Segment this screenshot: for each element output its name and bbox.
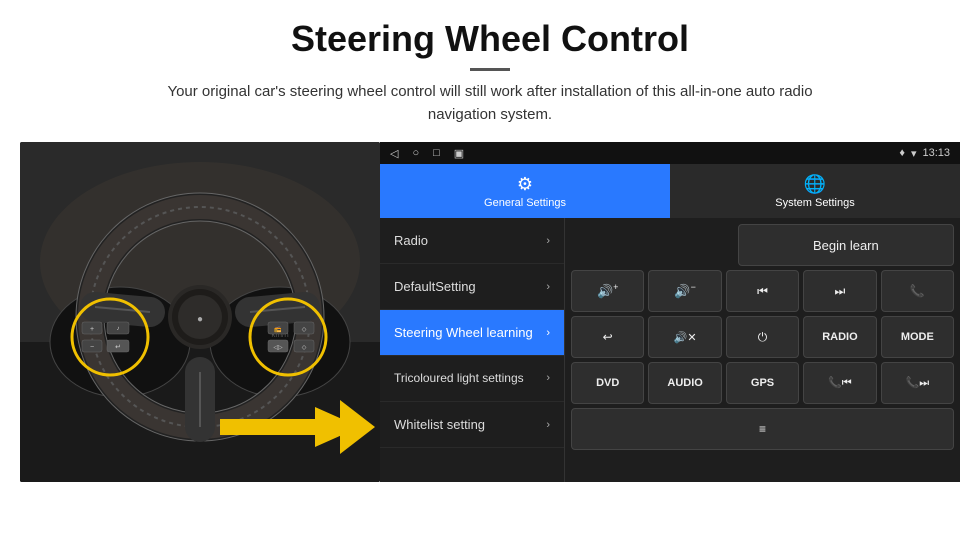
menu-tricoloured-label: Tricoloured light settings (394, 371, 524, 385)
svg-text:◁▷: ◁▷ (273, 345, 283, 351)
home-icon[interactable]: ○ (412, 147, 419, 159)
hangup-button[interactable]: ↩ (571, 316, 644, 358)
back-icon[interactable]: ◁ (390, 147, 398, 160)
begin-learn-button[interactable]: Begin learn (738, 224, 954, 266)
phone-prev-button[interactable]: 📞⏮ (803, 362, 876, 404)
content-area: ● km/h (0, 142, 980, 549)
prev-icon: ⏮ (757, 284, 768, 299)
prev-track-button[interactable]: ⏮ (726, 270, 799, 312)
audio-label: AUDIO (667, 377, 702, 389)
power-button[interactable]: ⏻ (726, 316, 799, 358)
control-row-5: ≡ (571, 408, 954, 450)
dvd-label: DVD (596, 377, 619, 389)
empty-slot (571, 224, 734, 266)
chevron-right-icon: › (546, 235, 550, 247)
control-area: Begin learn 🔊+ 🔊− ⏮ (565, 218, 960, 482)
signal-icon: ▾ (911, 147, 917, 160)
mode-label: MODE (901, 331, 934, 343)
volume-down-button[interactable]: 🔊− (648, 270, 721, 312)
phone-prev-icon: 📞⏮ (828, 376, 852, 390)
screenshot-icon[interactable]: ▣ (454, 147, 464, 160)
title-divider (470, 68, 510, 71)
settings-gear-icon: ⚙ (517, 174, 533, 195)
gps-label: GPS (751, 377, 774, 389)
mute-icon: 🔊✕ (674, 331, 697, 344)
audio-button[interactable]: AUDIO (648, 362, 721, 404)
volume-down-icon: 🔊− (674, 282, 695, 299)
menu-item-whitelist[interactable]: Whitelist setting › (380, 402, 564, 448)
menu-icon-button[interactable]: ≡ (571, 408, 954, 450)
volume-up-button[interactable]: 🔊+ (571, 270, 644, 312)
system-globe-icon: 🌐 (804, 174, 826, 195)
phone-next-button[interactable]: 📞⏭ (881, 362, 954, 404)
panel-body: Radio › DefaultSetting › Steering Wheel … (380, 218, 960, 482)
mute-button[interactable]: 🔊✕ (648, 316, 721, 358)
menu-item-defaultsetting[interactable]: DefaultSetting › (380, 264, 564, 310)
chevron-right-icon: › (546, 281, 550, 293)
android-panel: ◁ ○ □ ▣ ♦ ▾ 13:13 ⚙ General Settings (380, 142, 960, 482)
menu-default-label: DefaultSetting (394, 279, 476, 294)
svg-text:↵: ↵ (115, 344, 121, 351)
tab-system-label: System Settings (775, 197, 854, 209)
phone-icon: 📞 (910, 284, 925, 298)
svg-text:📻: 📻 (274, 326, 282, 333)
control-row-4: DVD AUDIO GPS 📞⏮ 📞⏭ (571, 362, 954, 404)
svg-text:◇: ◇ (302, 327, 307, 333)
gps-button[interactable]: GPS (726, 362, 799, 404)
hangup-icon: ↩ (603, 330, 613, 344)
status-bar: ◁ ○ □ ▣ ♦ ▾ 13:13 (380, 142, 960, 164)
recents-icon[interactable]: □ (433, 147, 440, 159)
location-icon: ♦ (899, 147, 905, 159)
phone-button[interactable]: 📞 (881, 270, 954, 312)
tab-bar: ⚙ General Settings 🌐 System Settings (380, 164, 960, 218)
next-icon: ⏭ (835, 284, 846, 299)
dvd-button[interactable]: DVD (571, 362, 644, 404)
menu-item-steering-wheel[interactable]: Steering Wheel learning › (380, 310, 564, 356)
svg-text:−: − (90, 344, 94, 351)
menu-list: Radio › DefaultSetting › Steering Wheel … (380, 218, 565, 482)
menu-item-tricoloured[interactable]: Tricoloured light settings › (380, 356, 564, 402)
control-row-3: ↩ 🔊✕ ⏻ RADIO MODE (571, 316, 954, 358)
chevron-right-icon: › (546, 327, 550, 339)
control-row-2: 🔊+ 🔊− ⏮ ⏭ 📞 (571, 270, 954, 312)
next-track-button[interactable]: ⏭ (803, 270, 876, 312)
radio-button[interactable]: RADIO (803, 316, 876, 358)
clock: 13:13 (922, 147, 950, 159)
status-bar-info: ♦ ▾ 13:13 (899, 147, 950, 160)
list-icon: ≡ (759, 422, 766, 436)
menu-steering-label: Steering Wheel learning (394, 325, 533, 340)
status-bar-nav: ◁ ○ □ ▣ (390, 147, 464, 160)
svg-text:+: + (90, 326, 94, 333)
control-row-1: Begin learn (571, 224, 954, 266)
menu-radio-label: Radio (394, 233, 428, 248)
menu-item-radio[interactable]: Radio › (380, 218, 564, 264)
page-container: Steering Wheel Control Your original car… (0, 0, 980, 549)
svg-text:●: ● (197, 314, 203, 325)
phone-next-icon: 📞⏭ (906, 376, 930, 390)
volume-up-icon: 🔊+ (597, 282, 618, 299)
tab-general-settings[interactable]: ⚙ General Settings (380, 164, 670, 218)
radio-label: RADIO (822, 331, 857, 343)
mode-button[interactable]: MODE (881, 316, 954, 358)
power-icon: ⏻ (758, 330, 768, 345)
page-title: Steering Wheel Control (60, 18, 920, 60)
chevron-right-icon: › (546, 419, 550, 431)
svg-text:♪: ♪ (117, 326, 120, 332)
tab-general-label: General Settings (484, 197, 566, 209)
header-section: Steering Wheel Control Your original car… (0, 0, 980, 134)
chevron-right-icon: › (546, 372, 550, 385)
svg-text:◇: ◇ (302, 345, 307, 351)
steering-wheel-image: ● km/h (20, 142, 380, 482)
subtitle-text: Your original car's steering wheel contr… (140, 81, 840, 126)
menu-whitelist-label: Whitelist setting (394, 417, 485, 432)
tab-system-settings[interactable]: 🌐 System Settings (670, 164, 960, 218)
